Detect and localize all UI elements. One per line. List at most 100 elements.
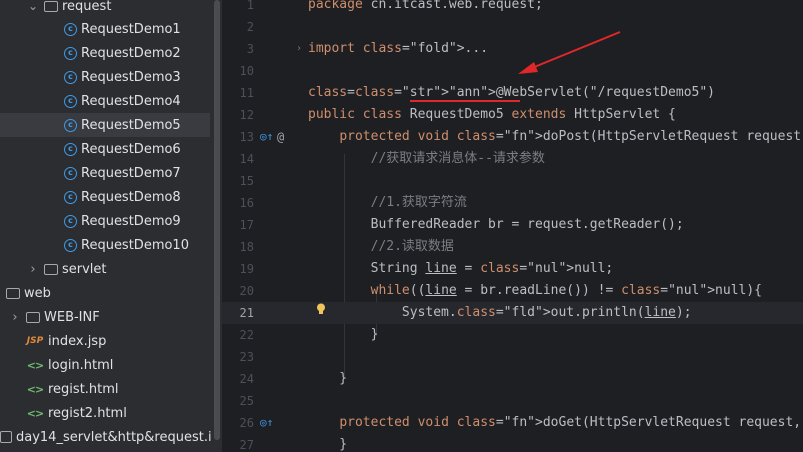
sidebar-scrollbar-thumb[interactable] [214, 0, 220, 440]
tree-item-request[interactable]: ⌄ request [0, 0, 212, 18]
line-number[interactable]: 18 [222, 236, 254, 258]
code-text: } [308, 327, 379, 342]
tree-item-login-html[interactable]: <> login.html [0, 353, 212, 377]
tree-item-label: day14_servlet&http&request.iml [16, 429, 212, 445]
module-file-icon [0, 431, 12, 443]
tree-item-requestdemo4[interactable]: c RequestDemo4 [0, 89, 212, 113]
tree-item-requestdemo8[interactable]: c RequestDemo8 [0, 185, 212, 209]
code-text: String line = class="nul">null; [308, 261, 614, 276]
line-number[interactable]: 22 [222, 324, 254, 346]
tree-item-label: RequestDemo4 [81, 93, 181, 109]
line-number[interactable]: 16 [222, 192, 254, 214]
tree-item-label: RequestDemo7 [81, 165, 181, 181]
line-number[interactable]: 26 [222, 412, 254, 434]
line-number[interactable]: 3 [222, 38, 254, 60]
tree-item-label: RequestDemo3 [81, 69, 181, 85]
code-line[interactable]: 19 String line = class="nul">null; [222, 258, 803, 280]
code-text: public class RequestDemo5 extends HttpSe… [308, 107, 676, 122]
line-number[interactable]: 21 [222, 302, 254, 324]
chevron-down-icon[interactable]: ⌄ [26, 0, 40, 13]
tree-item-index-jsp[interactable]: JSP index.jsp [0, 329, 212, 353]
line-number[interactable]: 14 [222, 148, 254, 170]
tree-item-requestdemo7[interactable]: c RequestDemo7 [0, 161, 212, 185]
class-icon: c [64, 190, 77, 204]
tree-item-day14-servlet-http-request-iml[interactable]: day14_servlet&http&request.iml [0, 425, 212, 449]
tree-item-requestdemo10[interactable]: c RequestDemo10 [0, 233, 212, 257]
tree-item-regist2-html[interactable]: <> regist2.html [0, 401, 212, 425]
line-number[interactable]: 2 [222, 16, 254, 38]
line-number[interactable]: 24 [222, 368, 254, 390]
jsp-file-icon: JSP [26, 336, 44, 346]
code-line[interactable]: 2 [222, 16, 803, 38]
tree-item-label: WEB-INF [44, 309, 100, 325]
line-number[interactable]: 15 [222, 170, 254, 192]
tree-item-label: regist.html [48, 381, 119, 397]
line-number[interactable]: 25 [222, 390, 254, 412]
line-number[interactable]: 10 [222, 60, 254, 82]
class-icon: c [64, 46, 77, 60]
tree-item-label: RequestDemo6 [81, 141, 181, 157]
folder-icon [44, 263, 58, 275]
chevron-right-icon[interactable]: › [26, 262, 40, 277]
code-line[interactable]: 16 //1.获取字符流 [222, 192, 803, 214]
chevron-right-icon[interactable]: › [8, 310, 22, 325]
code-text: class=class="str">"ann">@WebServlet("/re… [308, 85, 716, 100]
line-number[interactable]: 13 [222, 126, 254, 148]
code-text: protected void class="fn">doGet(HttpServ… [339, 415, 802, 430]
tree-item-web-inf[interactable]: › WEB-INF [0, 305, 212, 329]
code-line[interactable]: 10 [222, 60, 803, 82]
lightbulb-icon[interactable] [316, 303, 326, 315]
override-icon[interactable]: @ [277, 126, 284, 148]
code-line[interactable]: 13 protected void class="fn">doPost(Http… [222, 126, 803, 148]
code-text: } [308, 437, 348, 452]
code-line[interactable]: 15 [222, 170, 803, 192]
tree-item-requestdemo2[interactable]: c RequestDemo2 [0, 41, 212, 65]
line-number[interactable]: 20 [222, 280, 254, 302]
folder-icon [44, 0, 58, 12]
folder-icon [6, 287, 20, 299]
code-line[interactable]: 14 //获取请求消息体--请求参数 [222, 148, 803, 170]
line-number[interactable]: 23 [222, 346, 254, 368]
code-line[interactable]: 26 protected void class="fn">doGet(HttpS… [222, 412, 803, 434]
tree-item-regist-html[interactable]: <> regist.html [0, 377, 212, 401]
line-number[interactable]: 12 [222, 104, 254, 126]
code-text: System.class="fld">out.println(line); [308, 305, 692, 320]
code-line[interactable]: 1 package cn.itcast.web.request; [222, 0, 803, 16]
code-line[interactable]: 21 System.class="fld">out.println(line); [222, 302, 803, 324]
code-line[interactable]: 24 } [222, 368, 803, 390]
implementing-icon[interactable]: ◎↑ [260, 412, 273, 434]
fold-chevron-icon[interactable]: › [296, 38, 302, 60]
code-line[interactable]: 18 //2.读取数据 [222, 236, 803, 258]
tree-item-label: RequestDemo2 [81, 45, 181, 61]
tree-item-requestdemo1[interactable]: c RequestDemo1 [0, 17, 212, 41]
tree-item-servlet[interactable]: › servlet [0, 257, 212, 281]
code-line[interactable]: 12 public class RequestDemo5 extends Http… [222, 104, 803, 126]
tree-item-requestdemo9[interactable]: c RequestDemo9 [0, 209, 212, 233]
code-line[interactable]: 17 BufferedReader br = request.getReader… [222, 214, 803, 236]
tree-item-requestdemo3[interactable]: c RequestDemo3 [0, 65, 212, 89]
class-icon: c [64, 214, 77, 228]
code-line[interactable]: 22 } [222, 324, 803, 346]
tree-item-requestdemo5[interactable]: c RequestDemo5 [0, 113, 210, 137]
code-line[interactable]: 25 [222, 390, 803, 412]
code-line[interactable]: 11 class=class="str">"ann">@WebServlet("/… [222, 82, 803, 104]
folder-icon [26, 311, 40, 323]
tree-item-requestdemo6[interactable]: c RequestDemo6 [0, 137, 212, 161]
code-text: while((line = br.readLine()) != class="n… [370, 283, 762, 298]
code-line[interactable]: 23 [222, 346, 803, 368]
code-text: import class="fold">... [308, 41, 489, 56]
tree-item-web[interactable]: web [0, 281, 212, 305]
code-line[interactable]: 20 while((line = br.readLine()) != class… [222, 280, 803, 302]
implementing-icon[interactable]: ◎↑ [260, 126, 273, 148]
tree-item-label: RequestDemo8 [81, 189, 181, 205]
code-editor[interactable]: 1 package cn.itcast.web.request; 2 3 import … [222, 0, 803, 452]
line-number[interactable]: 17 [222, 214, 254, 236]
line-number[interactable]: 27 [222, 434, 254, 452]
code-line[interactable]: 3 import class="fold">... › [222, 38, 803, 60]
code-line[interactable]: 27 } [222, 434, 803, 452]
line-number[interactable]: 11 [222, 82, 254, 104]
line-number[interactable]: 1 [222, 0, 254, 16]
line-number[interactable]: 19 [222, 258, 254, 280]
code-text: BufferedReader br = request.getReader(); [308, 217, 684, 232]
class-icon: c [64, 118, 77, 132]
